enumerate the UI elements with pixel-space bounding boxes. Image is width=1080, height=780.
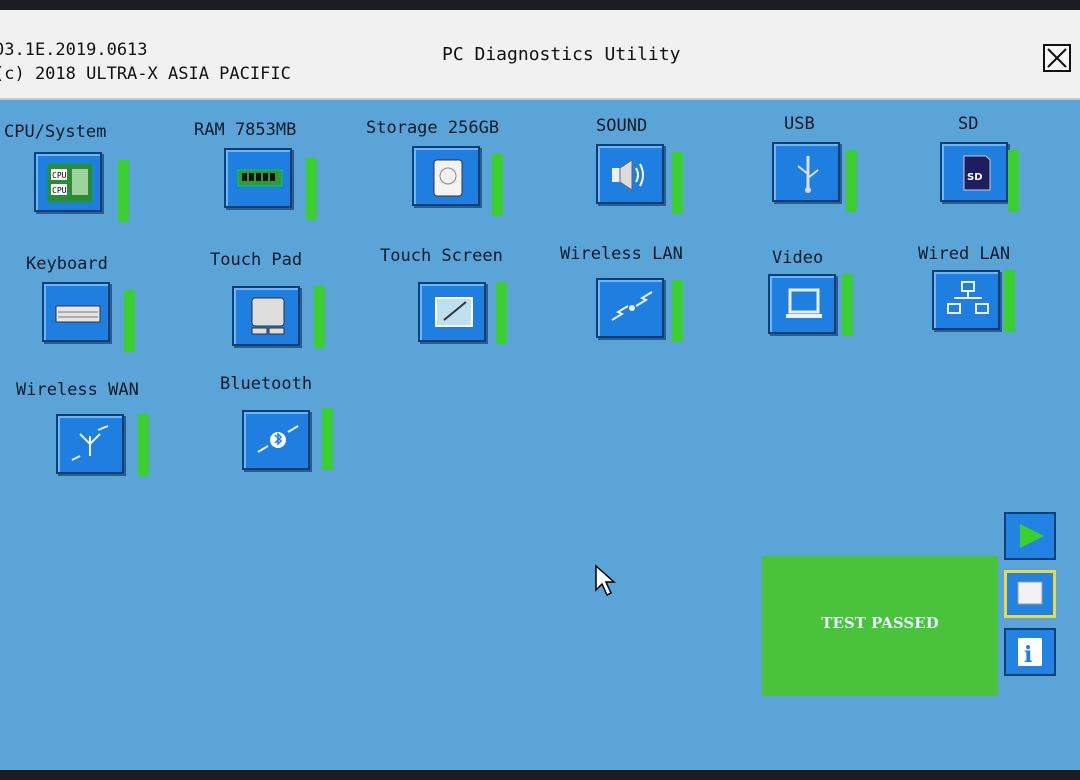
storage-test-button[interactable] — [412, 146, 480, 206]
status-indicator — [118, 160, 129, 222]
test-label: RAM 7853MB — [194, 120, 297, 140]
touchscreen-icon — [435, 297, 473, 327]
test-label: Storage 256GB — [366, 118, 500, 138]
test-label: SD — [958, 114, 979, 134]
test-label: SOUND — [596, 116, 648, 136]
test-label: Wired LAN — [918, 244, 1011, 264]
wireless-lan-test-button[interactable] — [596, 278, 664, 338]
version-text: 03.1E.2019.0613 — [0, 40, 148, 60]
status-indicator — [1008, 150, 1019, 212]
title-bar: 03.1E.2019.0613 (c) 2018 ULTRA-X ASIA PA… — [0, 10, 1080, 100]
status-indicator — [1004, 270, 1015, 332]
svg-text:SD: SD — [967, 172, 983, 183]
cpu-icon: CPU CPU — [47, 163, 93, 203]
bluetooth-icon — [257, 425, 299, 453]
status-indicator — [496, 282, 507, 344]
test-result-text: TEST PASSED — [821, 614, 939, 632]
test-label: USB — [784, 114, 815, 134]
status-indicator — [492, 154, 503, 216]
touchpad-test-button[interactable] — [232, 286, 300, 346]
status-indicator — [846, 150, 857, 212]
info-button[interactable]: i — [1004, 628, 1056, 676]
copyright-text: (c) 2018 ULTRA-X ASIA PACIFIC — [0, 64, 291, 84]
status-indicator — [322, 408, 333, 470]
close-icon — [1047, 48, 1067, 68]
test-label: CPU/System — [4, 122, 107, 142]
test-label: Bluetooth — [220, 374, 313, 394]
svg-text:CPU: CPU — [52, 186, 67, 195]
video-test-button[interactable] — [768, 274, 836, 334]
test-result-panel: TEST PASSED — [762, 556, 998, 696]
wireless-wan-test-button[interactable] — [56, 414, 124, 474]
status-indicator — [306, 158, 317, 220]
diagnostics-screen: 03.1E.2019.0613 (c) 2018 ULTRA-X ASIA PA… — [0, 10, 1080, 770]
antenna-icon — [71, 425, 109, 461]
test-label: Wireless WAN — [16, 380, 139, 400]
test-label: Touch Screen — [380, 246, 503, 266]
stop-icon — [1017, 581, 1043, 605]
mouse-cursor — [595, 564, 616, 597]
keyboard-test-button[interactable] — [42, 282, 110, 342]
usb-icon — [797, 156, 819, 193]
test-label: Touch Pad — [210, 250, 303, 270]
test-label: Wireless LAN — [560, 244, 683, 264]
status-indicator — [842, 274, 853, 336]
status-indicator — [672, 152, 683, 214]
ram-icon — [237, 169, 283, 187]
sd-test-button[interactable]: SD — [940, 142, 1008, 202]
wired-lan-test-button[interactable] — [932, 270, 1000, 330]
status-indicator — [124, 290, 135, 352]
usb-test-button[interactable] — [772, 142, 840, 202]
speaker-icon — [612, 159, 644, 191]
play-icon — [1020, 524, 1044, 548]
touchscreen-test-button[interactable] — [418, 282, 486, 342]
svg-text:CPU: CPU — [52, 171, 67, 180]
cpu-test-button[interactable]: CPU CPU — [34, 152, 102, 212]
bluetooth-test-button[interactable] — [242, 410, 310, 470]
storage-icon — [433, 159, 463, 197]
app-title: PC Diagnostics Utility — [442, 44, 681, 65]
start-button[interactable] — [1004, 512, 1056, 560]
info-icon: i — [1018, 638, 1042, 668]
touchpad-icon — [251, 297, 285, 335]
test-label: Video — [772, 248, 824, 268]
sound-test-button[interactable] — [596, 144, 664, 204]
test-label: Keyboard — [26, 254, 108, 274]
close-button[interactable] — [1043, 44, 1071, 72]
status-indicator — [672, 280, 683, 342]
status-indicator — [314, 286, 325, 348]
network-icon — [947, 281, 989, 314]
svg-text:i: i — [1024, 642, 1032, 668]
ram-test-button[interactable] — [224, 148, 292, 208]
monitor-icon — [786, 288, 822, 318]
keyboard-icon — [55, 305, 101, 323]
stop-button[interactable] — [1004, 570, 1056, 618]
status-indicator — [138, 414, 149, 476]
sd-card-icon: SD — [963, 155, 991, 191]
wireless-lan-icon — [611, 291, 653, 321]
